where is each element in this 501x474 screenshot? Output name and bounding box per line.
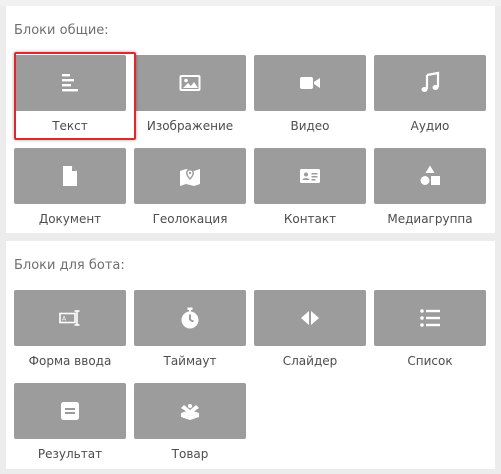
block-image-tile[interactable] [134, 55, 246, 111]
bot-blocks-panel: Блоки для бота: A Форма ввода Таймаут Сл… [6, 241, 495, 469]
svg-text:A: A [62, 316, 67, 323]
block-timeout[interactable]: Таймаут [134, 290, 246, 370]
block-geolocation[interactable]: Геолокация [134, 148, 246, 228]
block-slider-label: Слайдер [282, 354, 338, 368]
shapes-icon [420, 165, 440, 185]
block-product-tile[interactable] [134, 383, 246, 439]
video-camera-icon [300, 77, 320, 89]
contact-card-icon [300, 169, 320, 183]
stopwatch-icon [181, 307, 199, 329]
block-audio-label: Аудио [410, 119, 450, 133]
block-result-label: Результат [37, 447, 103, 461]
music-note-icon [421, 71, 440, 92]
block-video[interactable]: Видео [254, 55, 366, 135]
block-timeout-label: Таймаут [163, 354, 217, 368]
block-audio-tile[interactable] [374, 55, 486, 111]
map-pin-icon [180, 169, 200, 186]
slider-arrows-icon [301, 311, 319, 325]
text-align-left-icon [62, 74, 78, 92]
block-mediagroup[interactable]: Медиагруппа [374, 148, 486, 228]
block-document[interactable]: Документ [14, 148, 126, 228]
image-icon [179, 75, 201, 91]
block-text-label: Текст [52, 119, 88, 133]
block-slider-tile[interactable] [254, 290, 366, 346]
block-list-label: Список [407, 354, 453, 368]
block-text[interactable]: Текст [14, 55, 126, 135]
block-result-tile[interactable] [14, 383, 126, 439]
product-box-icon [181, 404, 199, 420]
block-input-form-label: Форма ввода [28, 354, 112, 368]
block-document-label: Документ [38, 212, 102, 226]
document-icon [63, 166, 77, 186]
block-document-tile[interactable] [14, 148, 126, 204]
block-list[interactable]: Список [374, 290, 486, 370]
input-field-icon: A [59, 310, 80, 326]
block-timeout-tile[interactable] [134, 290, 246, 346]
block-text-tile[interactable] [14, 55, 126, 111]
block-geolocation-label: Геолокация [152, 212, 228, 226]
block-result[interactable]: Результат [14, 383, 126, 463]
block-contact-tile[interactable] [254, 148, 366, 204]
block-mediagroup-tile[interactable] [374, 148, 486, 204]
block-audio[interactable]: Аудио [374, 55, 486, 135]
block-input-form-tile[interactable]: A [14, 290, 126, 346]
block-image[interactable]: Изображение [134, 55, 246, 135]
list-icon [420, 309, 440, 327]
block-video-label: Видео [290, 119, 330, 133]
bot-blocks-title: Блоки для бота: [14, 258, 125, 273]
block-input-form[interactable]: A Форма ввода [14, 290, 126, 370]
block-image-label: Изображение [146, 119, 234, 133]
block-list-tile[interactable] [374, 290, 486, 346]
block-product-label: Товар [171, 447, 209, 461]
general-blocks-title: Блоки общие: [14, 23, 109, 38]
block-video-tile[interactable] [254, 55, 366, 111]
block-mediagroup-label: Медиагруппа [387, 212, 473, 226]
general-blocks-panel: Блоки общие: Текст Изображение Видео Ауд… [6, 6, 495, 233]
block-slider[interactable]: Слайдер [254, 290, 366, 370]
block-contact[interactable]: Контакт [254, 148, 366, 228]
block-geolocation-tile[interactable] [134, 148, 246, 204]
block-product[interactable]: Товар [134, 383, 246, 463]
result-icon [61, 402, 79, 420]
block-contact-label: Контакт [283, 212, 337, 226]
